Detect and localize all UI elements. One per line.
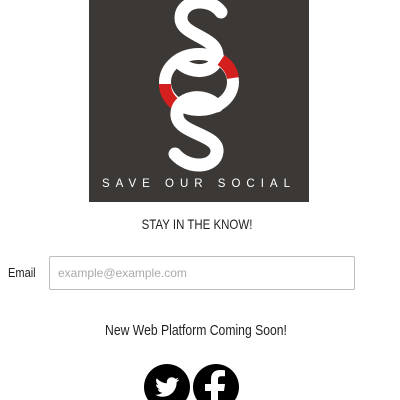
facebook-button[interactable] [193,364,239,400]
logo-wordmark: SAVE OUR SOCIAL [102,178,296,190]
newsletter-heading: STAY IN THE KNOW! [141,216,253,232]
sos-chain-icon [158,0,239,172]
page: SAVE OUR SOCIAL STAY IN THE KNOW! Email … [0,0,400,400]
facebook-f-icon [205,370,225,400]
coming-soon-text: New Web Platform Coming Soon! [105,323,287,339]
email-field[interactable] [49,256,355,290]
email-label: Email [8,265,36,280]
twitter-bird-icon [155,377,180,397]
save-our-social-logo: SAVE OUR SOCIAL [89,0,309,202]
twitter-button[interactable] [144,364,190,400]
